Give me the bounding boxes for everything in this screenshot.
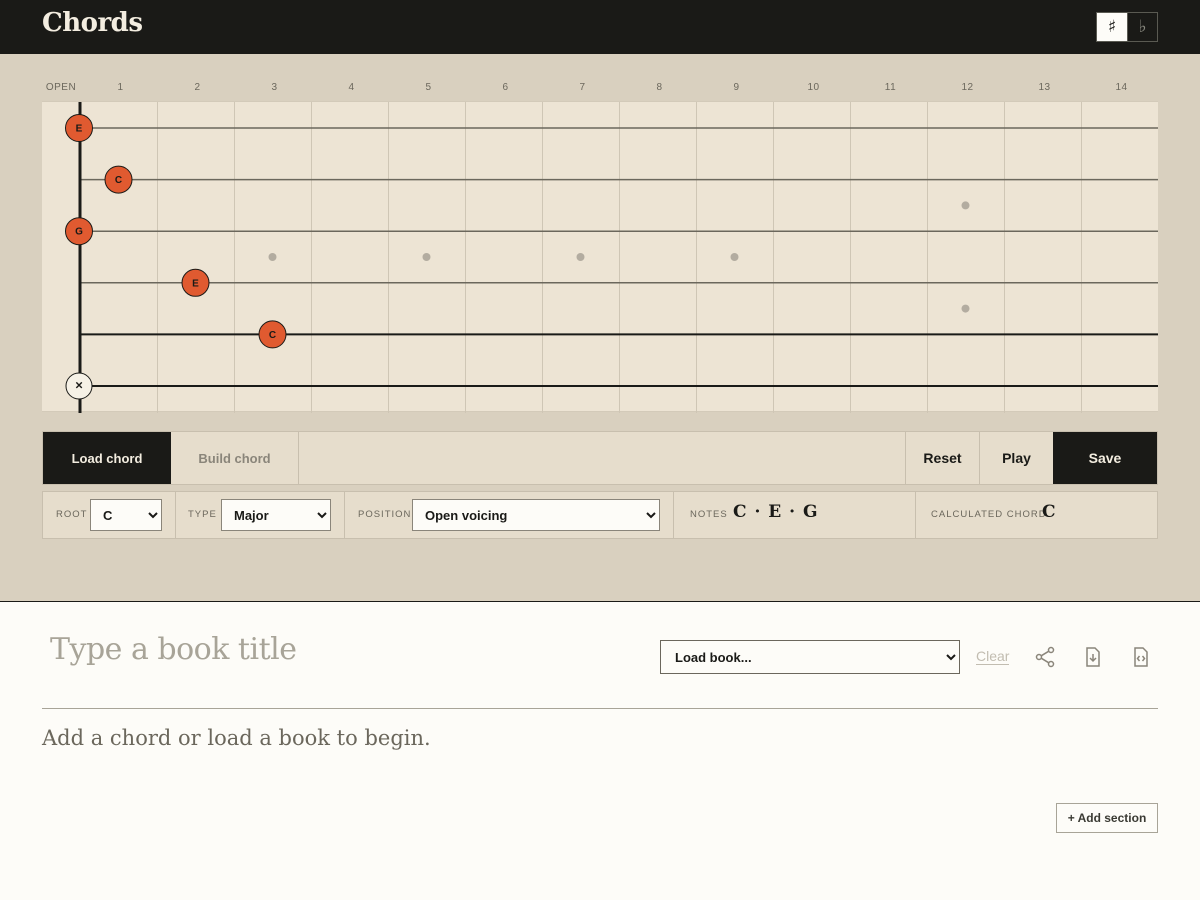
fret-number-label: 5: [425, 82, 432, 93]
notes-value: C · E · G: [733, 502, 819, 522]
divider: [673, 492, 674, 538]
fret-number-label: 4: [348, 82, 355, 93]
sharp-toggle-button[interactable]: ♯: [1097, 13, 1127, 41]
notes-label: NOTES: [690, 509, 728, 520]
load-book-select[interactable]: Load book...: [660, 640, 960, 674]
tab-load-chord[interactable]: Load chord: [43, 432, 171, 484]
save-button[interactable]: Save: [1053, 432, 1157, 484]
fret-number-label: 10: [807, 82, 820, 93]
share-icon[interactable]: [1033, 645, 1057, 669]
type-select[interactable]: Major: [221, 499, 331, 531]
play-button[interactable]: Play: [979, 432, 1053, 484]
calculated-chord-value: C: [1042, 502, 1057, 522]
note-marker-label: E: [192, 278, 199, 289]
fret-number-label: 8: [656, 82, 663, 93]
fret-inlay-dot: [961, 201, 970, 210]
fret-number-label: 11: [884, 82, 897, 93]
fret-number-label: 1: [117, 82, 124, 93]
section-divider: [42, 708, 1158, 709]
accidental-toggle: ♯ ♭: [1096, 12, 1158, 42]
fret-number-label: 13: [1038, 82, 1051, 93]
chord-mode-tabs: Load chord Build chord Reset Play Save: [42, 431, 1158, 485]
type-label: TYPE: [188, 509, 217, 520]
empty-state-message: Add a chord or load a book to begin.: [42, 726, 431, 750]
fret-number-label: 12: [961, 82, 974, 93]
root-select[interactable]: C: [90, 499, 162, 531]
tab-build-chord[interactable]: Build chord: [171, 432, 299, 484]
fret-inlay-dot: [422, 253, 431, 261]
note-marker-label: C: [269, 330, 276, 341]
top-bar: Chords ♯ ♭: [0, 0, 1200, 54]
fret-number-label: 9: [733, 82, 740, 93]
chord-controls: ROOT C TYPE Major POSITION Open voicing …: [42, 491, 1158, 539]
fretboard[interactable]: E C G E C ×: [42, 101, 1158, 413]
note-marker-label: E: [76, 124, 83, 135]
position-select[interactable]: Open voicing: [412, 499, 660, 531]
divider: [175, 492, 176, 538]
fret-inlay-dot: [268, 253, 277, 261]
calculated-chord-label: CALCULATED CHORD: [931, 509, 1047, 520]
root-label: ROOT: [56, 509, 88, 520]
reset-button[interactable]: Reset: [905, 432, 979, 484]
fret-number-label: 7: [579, 82, 586, 93]
clear-button[interactable]: Clear: [976, 648, 1010, 665]
fret-inlay-dot: [961, 304, 970, 313]
export-code-icon[interactable]: [1129, 645, 1153, 669]
fret-number-label: 3: [271, 82, 278, 93]
tabs-spacer: [299, 432, 905, 484]
fret-inlay-dot: [730, 253, 739, 261]
flat-toggle-button[interactable]: ♭: [1126, 13, 1157, 41]
divider: [344, 492, 345, 538]
position-label: POSITION: [358, 509, 412, 520]
app-title: Chords: [42, 8, 143, 38]
download-icon[interactable]: [1081, 645, 1105, 669]
fret-inlay-dot: [576, 253, 585, 261]
fret-number-label: OPEN: [45, 82, 77, 93]
fret-number-label: 6: [502, 82, 509, 93]
note-marker-label: G: [75, 227, 83, 238]
add-section-button[interactable]: + Add section: [1056, 803, 1158, 833]
fret-number-label: 14: [1115, 82, 1128, 93]
fret-number-label: 2: [194, 82, 201, 93]
fretboard-diagram: E C G E C ×: [65, 102, 1158, 413]
divider: [915, 492, 916, 538]
note-marker-label: C: [115, 175, 122, 186]
book-title-input[interactable]: Type a book title: [50, 632, 297, 667]
note-marker-label: ×: [75, 378, 83, 393]
